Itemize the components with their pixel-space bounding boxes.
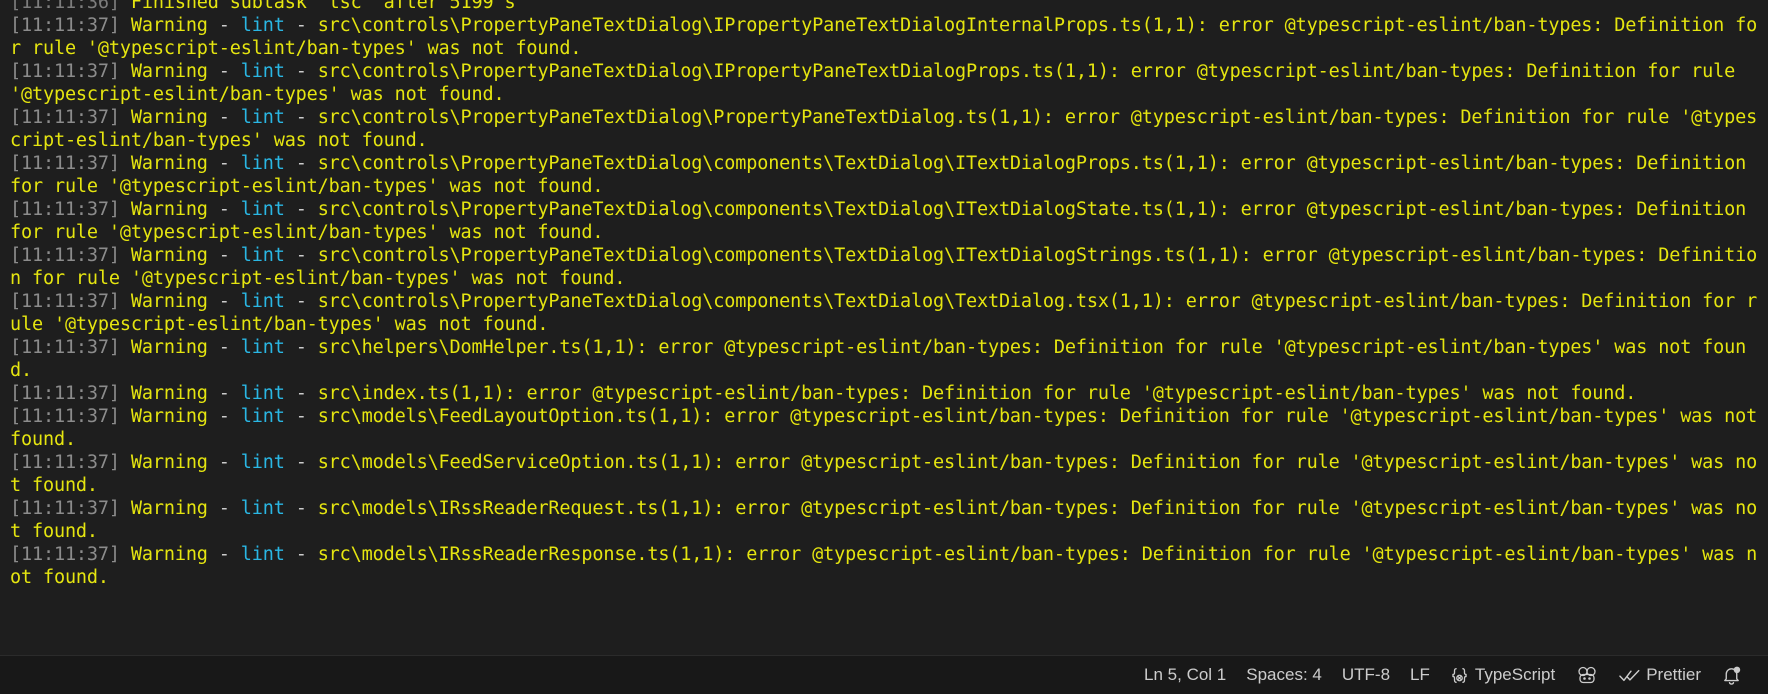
status-prettier-label: Prettier: [1646, 665, 1701, 684]
terminal-output-panel[interactable]: [11:11:36] Finished subtask 'tsc' after …: [0, 0, 1768, 655]
terminal-line: [11:11:37] Warning - lint - src\controls…: [10, 107, 1758, 151]
terminal-line-clipped: [11:11:36] Finished subtask 'tsc' after …: [10, 0, 516, 13]
terminal-line: [11:11:37] Warning - lint - src\models\I…: [10, 544, 1758, 588]
status-indentation[interactable]: Spaces: 4: [1236, 656, 1332, 694]
vscode-window: [11:11:36] Finished subtask 'tsc' after …: [0, 0, 1768, 694]
terminal-line: [11:11:37] Warning - lint - src\controls…: [10, 291, 1758, 335]
status-notifications[interactable]: [1711, 656, 1752, 694]
double-check-icon: [1619, 667, 1640, 684]
json-braces-icon: [1450, 666, 1469, 685]
status-eol[interactable]: LF: [1400, 656, 1440, 694]
terminal-line: [11:11:37] Warning - lint - src\controls…: [10, 199, 1758, 243]
terminal-line: [11:11:37] Warning - lint - src\controls…: [10, 153, 1758, 197]
terminal-line: [11:11:37] Warning - lint - src\helpers\…: [10, 337, 1747, 381]
terminal-line: [11:11:37] Warning - lint - src\controls…: [10, 15, 1758, 59]
terminal-line: [11:11:37] Warning - lint - src\controls…: [10, 61, 1747, 105]
status-prettier[interactable]: Prettier: [1609, 656, 1711, 694]
bell-icon: [1721, 665, 1742, 686]
status-encoding-label: UTF-8: [1341, 665, 1391, 684]
terminal-line: [11:11:37] Warning - lint - src\models\F…: [10, 452, 1758, 496]
terminal-text-buffer[interactable]: [11:11:36] Finished subtask 'tsc' after …: [10, 0, 1768, 589]
terminal-line: [11:11:37] Warning - lint - src\index.ts…: [10, 383, 1637, 404]
status-cursor-position-label: Ln 5, Col 1: [1144, 665, 1227, 684]
terminal-line: [11:11:37] Warning - lint - src\models\F…: [10, 406, 1768, 450]
status-live-share[interactable]: [1565, 656, 1609, 694]
status-indentation-label: Spaces: 4: [1246, 665, 1322, 684]
status-language-mode-label: TypeScript: [1474, 665, 1556, 684]
status-encoding[interactable]: UTF-8: [1332, 656, 1400, 694]
notification-badge-dot: [1733, 666, 1741, 673]
status-cursor-position[interactable]: Ln 5, Col 1: [1134, 656, 1236, 694]
status-language-mode[interactable]: TypeScript: [1440, 656, 1565, 694]
terminal-line: [11:11:37] Warning - lint - src\controls…: [10, 245, 1758, 289]
status-eol-label: LF: [1410, 665, 1430, 684]
terminal-line: [11:11:37] Warning - lint - src\models\I…: [10, 498, 1758, 542]
live-share-icon: [1575, 665, 1599, 685]
status-bar: Ln 5, Col 1 Spaces: 4 UTF-8 LF TypeScrip…: [0, 655, 1768, 694]
